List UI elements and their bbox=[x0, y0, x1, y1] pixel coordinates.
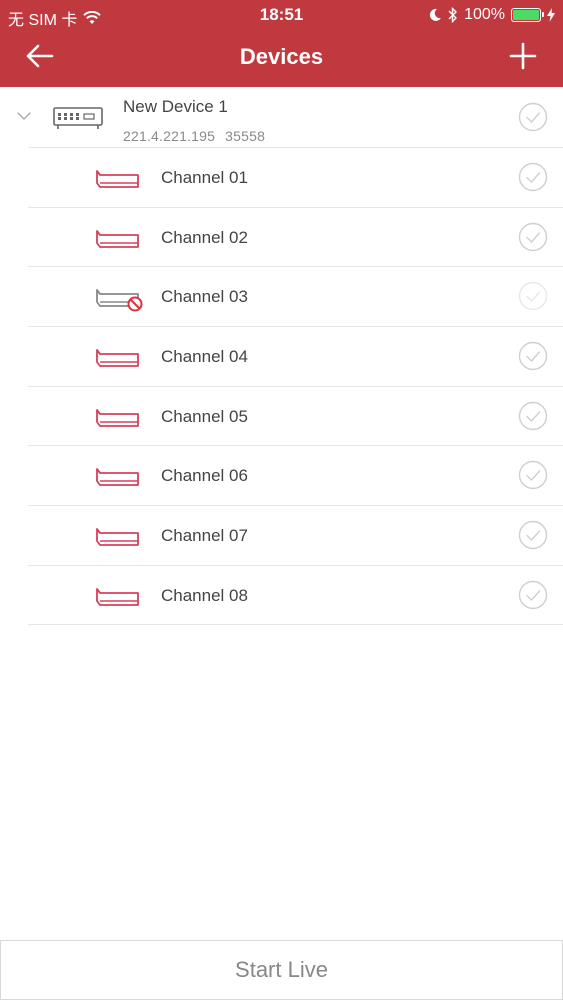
select-check-icon[interactable] bbox=[518, 520, 548, 550]
camera-icon bbox=[96, 170, 139, 188]
camera-icon bbox=[96, 468, 139, 487]
camera-icon bbox=[96, 229, 139, 248]
chevron-down-icon[interactable] bbox=[14, 109, 34, 123]
page-title: Devices bbox=[239, 44, 324, 69]
battery-icon bbox=[511, 8, 544, 22]
status-right: 100% bbox=[428, 6, 555, 24]
channel-row[interactable]: Channel 04 bbox=[28, 326, 563, 386]
channel-label: Channel 07 bbox=[161, 526, 248, 546]
app-header: 无 SIM 卡 18:51 100% Devices bbox=[0, 0, 563, 87]
bluetooth-icon bbox=[448, 7, 458, 23]
device-name: New Device 1 bbox=[123, 97, 228, 116]
channel-label: Channel 03 bbox=[161, 287, 248, 307]
select-check-icon[interactable] bbox=[518, 281, 548, 311]
select-check-icon[interactable] bbox=[518, 162, 548, 192]
select-check-icon[interactable] bbox=[518, 460, 548, 490]
channel-label: Channel 06 bbox=[161, 466, 248, 486]
channel-label: Channel 04 bbox=[161, 347, 248, 367]
select-check-icon[interactable] bbox=[518, 580, 548, 610]
channel-row[interactable]: Channel 01 bbox=[28, 147, 563, 207]
start-live-button[interactable]: Start Live bbox=[0, 940, 563, 1000]
device-ip: 221.4.221.195 bbox=[123, 128, 216, 144]
channel-row[interactable]: Channel 05 bbox=[28, 385, 563, 446]
status-bar: 无 SIM 卡 18:51 100% bbox=[0, 0, 563, 30]
channel-label: Channel 02 bbox=[161, 227, 248, 247]
nvr-device-icon bbox=[53, 107, 103, 129]
moon-icon bbox=[429, 8, 442, 21]
device-row[interactable]: New Device 1 221.4.221.195 35558 bbox=[0, 87, 563, 147]
select-check-icon[interactable] bbox=[518, 401, 548, 431]
channel-label: Channel 08 bbox=[161, 585, 248, 605]
device-list: New Device 1 221.4.221.195 35558 Channel … bbox=[0, 87, 563, 625]
device-port: 35558 bbox=[225, 128, 266, 144]
select-check-icon[interactable] bbox=[518, 222, 548, 252]
charging-icon bbox=[547, 8, 555, 22]
camera-icon bbox=[96, 587, 139, 606]
camera-icon bbox=[96, 528, 139, 547]
battery-fill bbox=[513, 10, 539, 20]
camera-icon bbox=[96, 408, 139, 427]
channel-label: Channel 01 bbox=[161, 168, 248, 187]
channel-row[interactable]: Channel 08 bbox=[28, 564, 563, 625]
channel-row[interactable]: Channel 02 bbox=[28, 206, 563, 267]
select-check-icon[interactable] bbox=[518, 102, 548, 132]
device-address: 221.4.221.195 35558 bbox=[123, 128, 265, 144]
channel-row[interactable]: Channel 06 bbox=[28, 445, 563, 505]
camera-icon bbox=[96, 349, 139, 367]
select-check-icon[interactable] bbox=[518, 341, 548, 371]
battery-percent: 100% bbox=[464, 6, 505, 23]
channel-row[interactable]: Channel 07 bbox=[28, 505, 563, 565]
channel-row[interactable]: Channel 03 bbox=[28, 266, 563, 326]
channel-label: Channel 05 bbox=[161, 406, 248, 426]
camera-offline-icon bbox=[96, 289, 143, 312]
plus-icon[interactable] bbox=[505, 38, 541, 74]
channel-list: Channel 01 Channel 02 Channel 03 Channel 04… bbox=[0, 147, 563, 625]
